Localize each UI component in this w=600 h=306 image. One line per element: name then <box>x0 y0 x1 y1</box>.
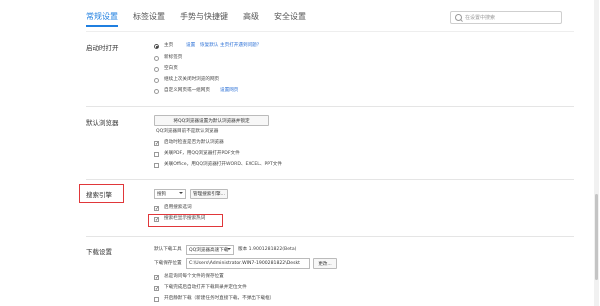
check-default-on-start-checkbox[interactable]: ✓ <box>154 141 159 147</box>
show-hot-words-label: 搜索栏显示搜索热词 <box>164 216 206 221</box>
check-default-on-start-label: 启动时检查是否为默认浏览器 <box>164 140 224 145</box>
ask-save-location-checkbox[interactable]: ✓ <box>154 275 159 281</box>
change-location-button[interactable]: 更改... <box>313 258 337 269</box>
tab-advanced[interactable]: 高级 <box>243 11 259 27</box>
default-download-tool-select[interactable]: QQ浏览器高速下载 <box>186 245 234 255</box>
startup-set-pages-link[interactable]: 设置网页 <box>220 88 238 94</box>
tab-gestures-shortcuts[interactable]: 手势与快捷键 <box>180 11 228 27</box>
chevron-down-icon <box>227 248 231 250</box>
startup-blank-radio[interactable] <box>154 67 159 72</box>
ask-save-location-label: 总是询问每个文件的保存位置 <box>164 274 224 279</box>
enable-word-search-checkbox[interactable]: ✓ <box>154 206 159 212</box>
silent-download-checkbox[interactable] <box>154 297 159 302</box>
tab-divider <box>86 31 574 32</box>
default-download-tool-value: QQ浏览器高速下载 <box>189 248 229 253</box>
search-engine-section-title: 搜索引擎 <box>86 191 112 199</box>
startup-section-title: 启动时打开 <box>86 44 119 52</box>
download-tool-version: 版本 1.9001281822(Beta) <box>238 247 297 252</box>
manage-search-engines-button[interactable]: 管理搜索引擎... <box>190 189 228 199</box>
set-default-browser-button[interactable]: 将QQ浏览器设置为默认浏览器并锁定 <box>154 115 269 126</box>
startup-set-link[interactable]: 设置 <box>186 43 195 49</box>
download-section-title: 下载设置 <box>86 248 112 256</box>
download-location-label: 下载保存位置 <box>154 261 182 266</box>
startup-home-label: 主页 <box>164 43 174 48</box>
enable-word-search-label: 启用搜索选词 <box>164 205 192 210</box>
associate-office-label: 关联Office，用QQ浏览器打开WORD、EXCEL、PPT文件 <box>164 162 282 167</box>
chevron-down-icon <box>179 192 183 194</box>
scrollbar-thumb[interactable] <box>595 194 598 280</box>
startup-newtab-label: 新标签页 <box>164 55 183 60</box>
associate-pdf-label: 关联PDF，用QQ浏览器打开PDF文件 <box>164 151 240 156</box>
settings-tabs: 常规设置 标签设置 手势与快捷键 高级 安全设置 <box>86 11 321 27</box>
section-divider <box>86 236 574 237</box>
section-divider <box>86 179 574 180</box>
tab-tabs[interactable]: 标签设置 <box>133 11 165 27</box>
show-hot-words-checkbox[interactable]: ✓ <box>154 217 159 223</box>
startup-newtab-radio[interactable] <box>154 56 159 61</box>
default-browser-status: QQ浏览器目前不是默认浏览器 <box>156 129 219 134</box>
open-folder-after-download-label: 下载完成后自动打开下载目录并定位文件 <box>164 285 247 290</box>
default-browser-section-title: 默认浏览器 <box>86 119 119 127</box>
open-folder-after-download-checkbox[interactable]: ✓ <box>154 286 159 292</box>
startup-home-radio[interactable] <box>154 44 159 49</box>
search-engine-select[interactable]: 搜狗 <box>154 189 186 199</box>
startup-custom-radio[interactable] <box>154 89 159 94</box>
startup-continue-label: 继续上次关闭时浏览的网页 <box>164 77 220 82</box>
startup-blank-label: 空白页 <box>164 66 178 71</box>
section-divider <box>86 106 574 107</box>
tab-security[interactable]: 安全设置 <box>274 11 306 27</box>
search-icon <box>455 14 462 21</box>
search-placeholder: 在设置中搜索 <box>465 15 496 21</box>
settings-search-input[interactable]: 在设置中搜索 <box>450 11 562 24</box>
default-download-tool-label: 默认下载工具 <box>154 247 182 252</box>
startup-help-link[interactable]: 主页打开遇到问题？ <box>220 43 261 49</box>
tab-general[interactable]: 常规设置 <box>86 11 118 27</box>
startup-continue-radio[interactable] <box>154 78 159 83</box>
associate-pdf-checkbox[interactable] <box>154 152 159 157</box>
associate-office-checkbox[interactable] <box>154 163 159 168</box>
download-path-field[interactable]: C:\Users\Administrator.WIN7-1900281822\D… <box>186 258 310 269</box>
silent-download-label: 开启静默下载（新建任务时直接下载，不弹出下载框） <box>164 296 275 301</box>
startup-restore-default-link[interactable]: 恢复默认 <box>200 43 218 49</box>
search-engine-value: 搜狗 <box>157 192 167 197</box>
startup-custom-label: 自定义网页或一组网页 <box>164 88 210 93</box>
